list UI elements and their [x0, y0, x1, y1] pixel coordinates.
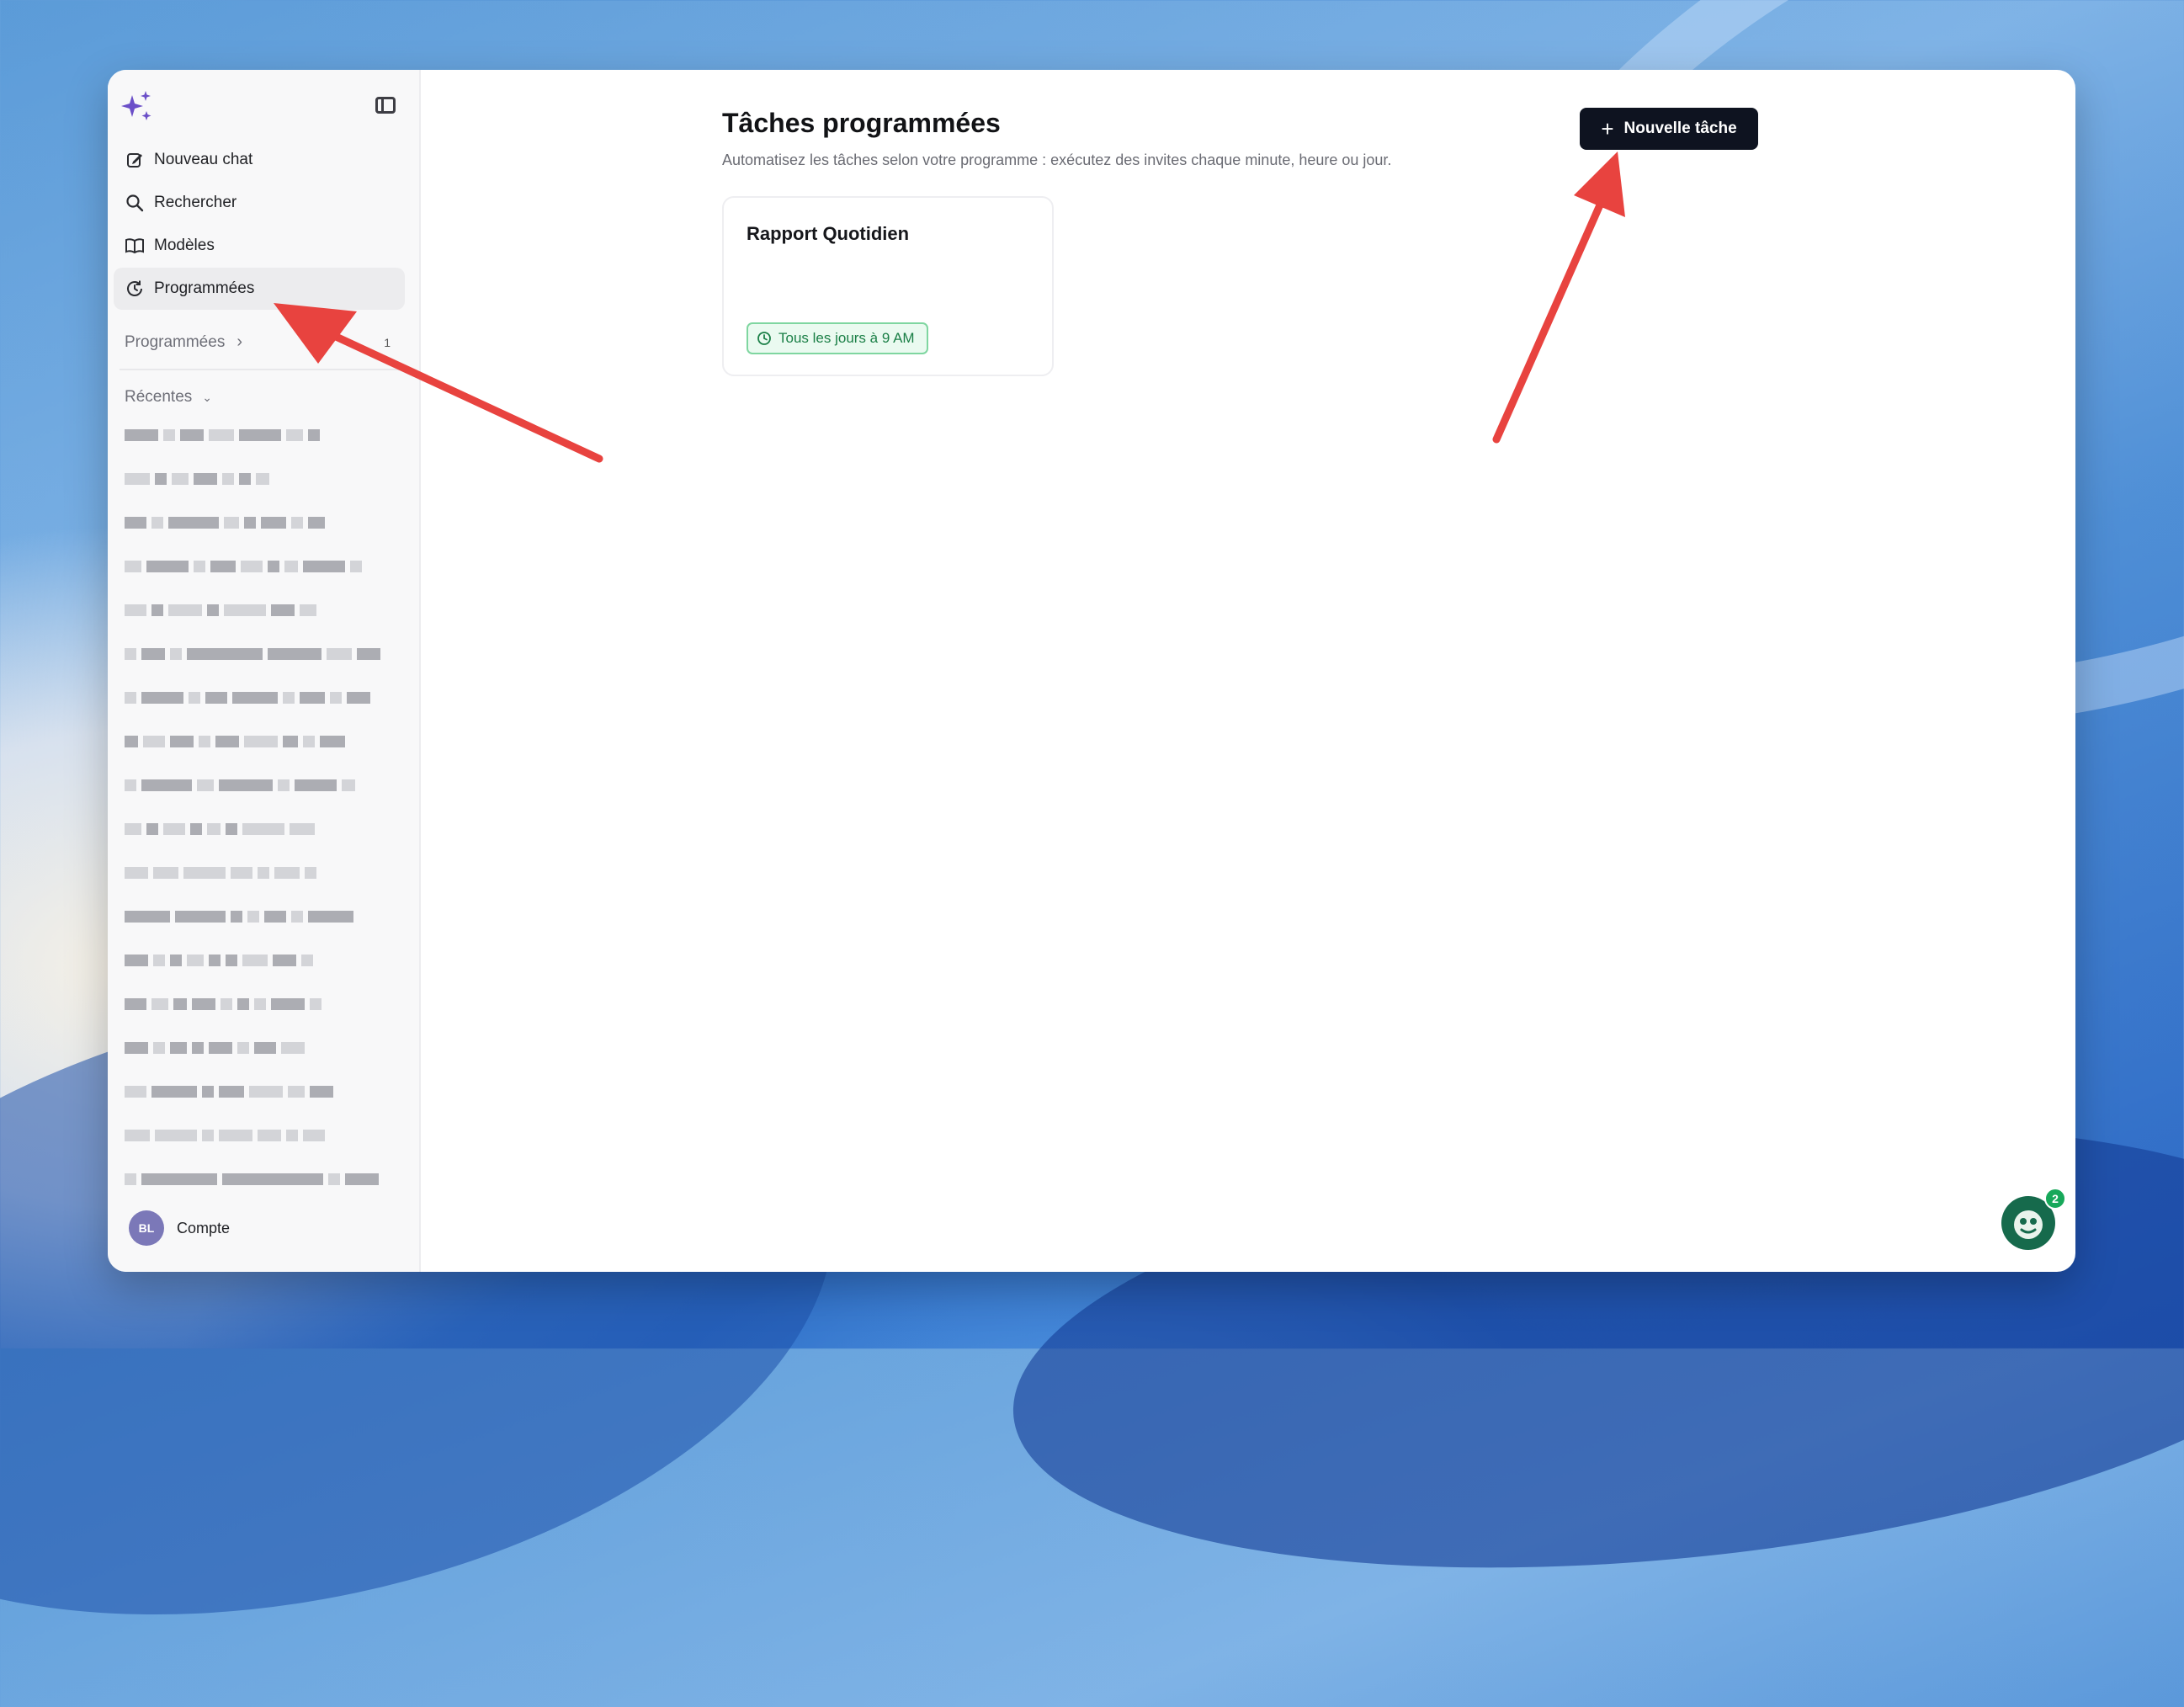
scheduled-count: 1: [384, 335, 391, 349]
sidebar-item-new-chat[interactable]: Nouveau chat: [114, 139, 405, 181]
recent-chat-item-redacted[interactable]: [125, 867, 316, 879]
section-label: Programmées: [125, 332, 226, 351]
chevron-down-icon: ⌄: [202, 390, 213, 404]
schedule-text: Tous les jours à 9 AM: [778, 330, 915, 346]
sidebar-item-scheduled[interactable]: Programmées: [114, 268, 405, 310]
recent-chat-item-redacted[interactable]: [125, 955, 313, 966]
recent-chat-item-redacted[interactable]: [125, 473, 269, 485]
sidebar-item-label: Programmées: [154, 279, 255, 297]
sidebar-item-models[interactable]: Modèles: [114, 225, 405, 267]
page-subtitle: Automatisez les tâches selon votre progr…: [722, 152, 1392, 168]
new-task-label: Nouvelle tâche: [1623, 120, 1737, 137]
section-label: Récentes: [125, 388, 193, 406]
clock-refresh-icon: [127, 280, 142, 296]
recent-chat-item-redacted[interactable]: [125, 604, 316, 616]
recent-chat-item-redacted[interactable]: [125, 1086, 333, 1098]
plus-icon: +: [1601, 116, 1614, 141]
task-title: Rapport Quotidien: [747, 223, 910, 244]
main-content: Tâches programmées Automatisez les tâche…: [419, 70, 2075, 1272]
sparkles-logo-icon[interactable]: [120, 88, 155, 124]
recent-chat-item-redacted[interactable]: [125, 736, 345, 747]
recent-chat-item-redacted[interactable]: [125, 1042, 305, 1054]
notification-badge: 2: [2044, 1188, 2066, 1210]
recent-chat-item-redacted[interactable]: [125, 648, 380, 660]
avatar: BL: [129, 1210, 164, 1246]
page-title: Tâches programmées: [722, 108, 1001, 138]
recent-chat-item-redacted[interactable]: [125, 779, 355, 791]
recent-chat-item-redacted[interactable]: [125, 517, 325, 529]
sidebar-item-label: Rechercher: [154, 194, 237, 211]
sidebar: Nouveau chat Rechercher Modèles Programm…: [108, 70, 421, 1272]
sidebar-toggle-icon[interactable]: [375, 97, 396, 114]
schedule-badge: Tous les jours à 9 AM: [747, 322, 928, 354]
sidebar-item-search[interactable]: Rechercher: [114, 182, 405, 224]
recent-chat-item-redacted[interactable]: [125, 429, 320, 441]
scheduled-section-header[interactable]: Programmées › 1: [125, 332, 411, 352]
task-card[interactable]: Rapport Quotidien Tous les jours à 9 AM: [722, 196, 1054, 376]
clock-icon: [757, 332, 771, 345]
account-label: Compte: [177, 1219, 231, 1236]
search-icon: [126, 194, 144, 212]
divider: [120, 369, 406, 370]
recent-chat-item-redacted[interactable]: [125, 1173, 379, 1185]
chevron-right-icon: ›: [236, 332, 242, 351]
recent-chat-item-redacted[interactable]: [125, 692, 370, 704]
account-menu[interactable]: BL Compte: [129, 1210, 230, 1246]
book-icon: [125, 238, 144, 254]
recent-chat-item-redacted[interactable]: [125, 823, 315, 835]
recent-chat-item-redacted[interactable]: [125, 561, 362, 572]
sidebar-item-label: Modèles: [154, 237, 215, 254]
recent-chat-item-redacted[interactable]: [125, 911, 353, 923]
recent-chat-item-redacted[interactable]: [125, 998, 321, 1010]
app-window: Nouveau chat Rechercher Modèles Programm…: [108, 70, 2075, 1272]
sidebar-item-label: Nouveau chat: [154, 151, 253, 168]
new-task-button[interactable]: + Nouvelle tâche: [1580, 108, 1758, 150]
recent-chat-item-redacted[interactable]: [125, 1130, 325, 1141]
recent-section-header[interactable]: Récentes ⌄: [125, 388, 212, 407]
edit-icon: [127, 153, 142, 168]
